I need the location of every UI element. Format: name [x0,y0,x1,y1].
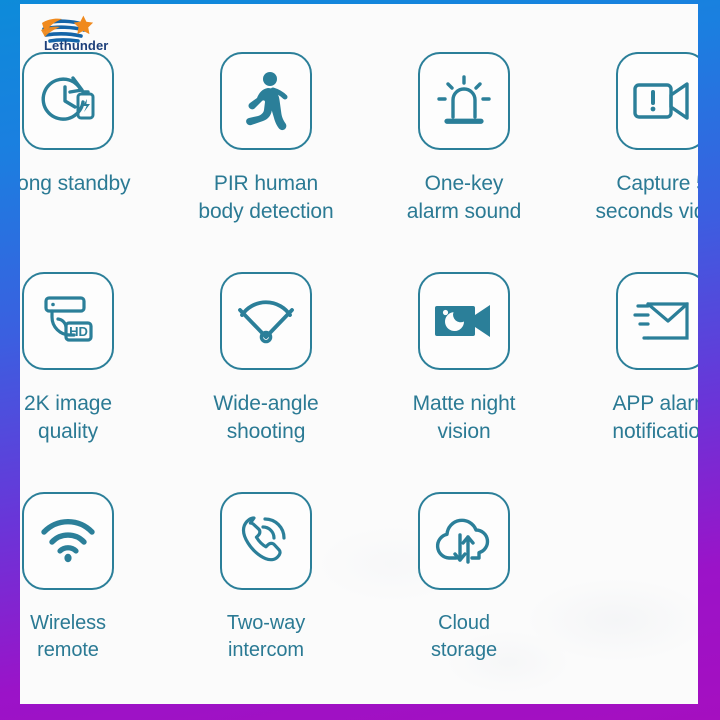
wifi-icon [41,518,95,563]
feature-label: Cloud storage [430,612,497,661]
svg-text:HD: HD [69,324,88,339]
feature-one-key-alarm[interactable]: One-key alarm sound [365,52,563,272]
feature-label: Long standby [20,172,131,195]
feature-label: Wide-angle shooting [213,392,319,444]
video-alert-icon [633,82,689,120]
icon-container [22,52,114,150]
feature-two-way-intercom[interactable]: Two-way intercom [167,492,365,704]
icon-container [220,492,312,590]
icon-container [220,272,312,370]
feature-label: Two-way intercom [226,612,306,661]
icon-container [418,492,510,590]
walking-person-icon [246,72,288,131]
feature-long-standby[interactable]: Long standby [20,52,167,272]
moon-camcorder-icon [435,305,490,337]
feature-label: APP alarm notification [612,392,698,444]
feature-wireless-remote[interactable]: Wireless remote [20,492,167,704]
feature-capture-video[interactable]: Capture 5 seconds video [563,52,698,272]
brand-name: Lethunder [44,38,109,53]
feature-night-vision[interactable]: Matte night vision [365,272,563,492]
brand-logo: Lethunder [28,10,178,58]
icon-container [418,272,510,370]
cloud-sync-icon [435,518,490,564]
envelope-speed-icon [633,302,689,340]
feature-label: Capture 5 seconds video [595,172,698,224]
phone-waves-icon [241,516,286,562]
icon-container [616,272,698,370]
icon-container [22,492,114,590]
feature-label: Matte night vision [412,392,516,444]
icon-container [418,52,510,150]
feature-label: One-key alarm sound [406,172,522,224]
feature-cloud-storage[interactable]: Cloud storage [365,492,563,704]
feature-app-notification[interactable]: APP alarm notification [563,272,698,492]
feature-pir-human-detection[interactable]: PIR human body detection [167,52,365,272]
feature-card: Lethunder ong standby PIR human body det… [20,4,698,704]
siren-alarm-icon [437,75,491,124]
feature-wide-angle[interactable]: Wide-angle shooting [167,272,365,492]
feature-grid: Long standby PIR human body detection [20,52,698,704]
feature-2k-image-quality[interactable]: HD 2K image quality [20,272,167,492]
feature-label: PIR human body detection [198,172,334,224]
icon-container [220,52,312,150]
hd-camera-icon: HD [44,296,93,342]
wide-angle-icon [238,300,294,344]
icon-container: HD [22,272,114,370]
feature-label: Wireless remote [30,612,106,661]
gradient-frame: Lethunder ong standby PIR human body det… [0,0,720,720]
feature-label: 2K image quality [24,392,112,444]
icon-container [616,52,698,150]
clock-battery-icon [41,76,95,121]
